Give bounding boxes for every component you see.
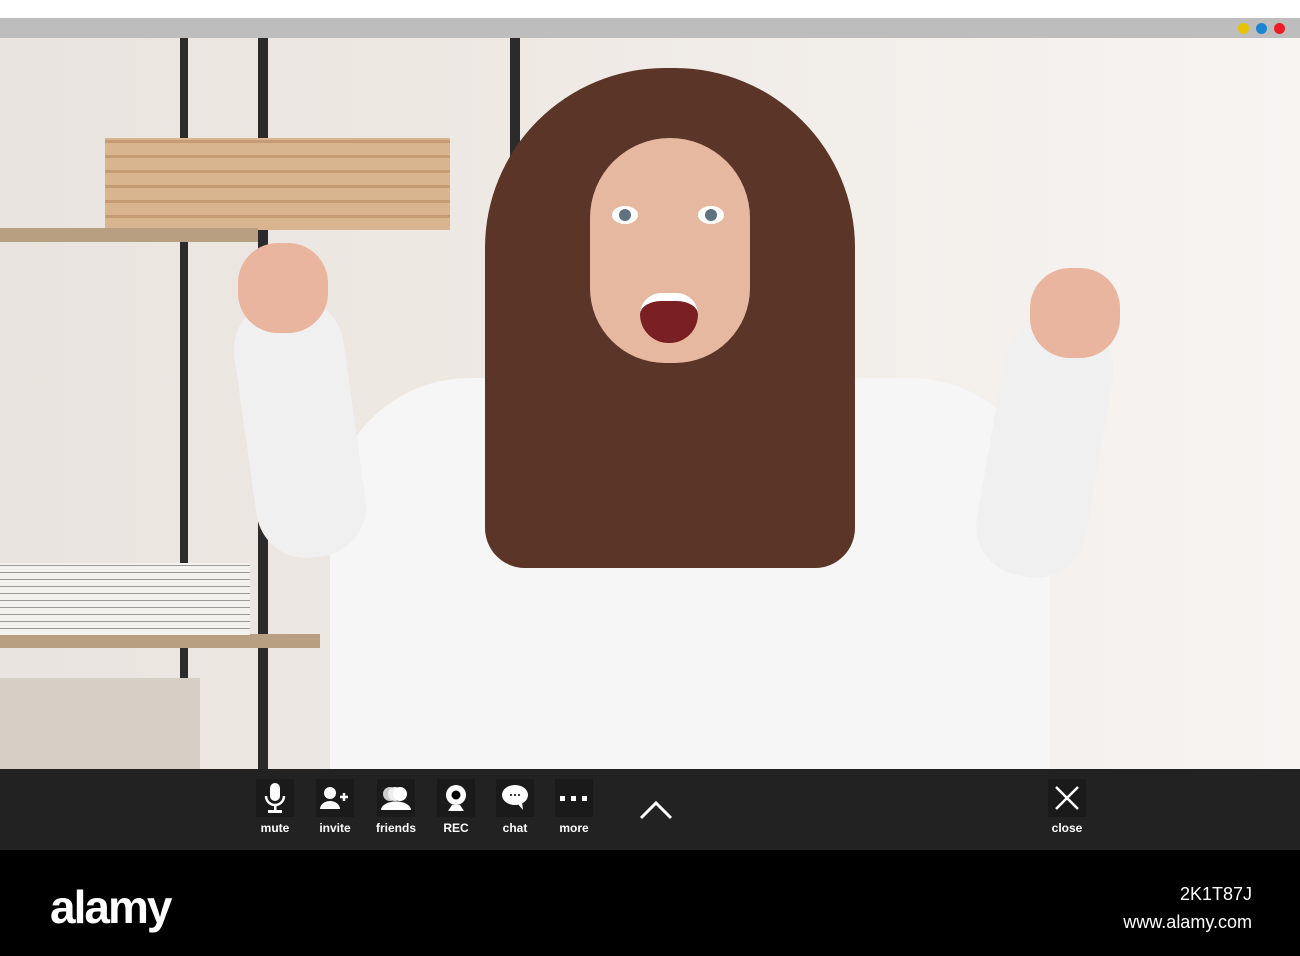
person-arm: [227, 291, 373, 565]
top-margin: [0, 0, 1300, 18]
end-call-button[interactable]: close: [1037, 779, 1097, 835]
notebooks: [0, 563, 250, 635]
more-label: more: [559, 821, 589, 835]
maximize-window-button[interactable]: [1256, 23, 1267, 34]
box: [0, 678, 200, 769]
person-fist: [238, 243, 328, 333]
chevron-up-icon[interactable]: [638, 794, 674, 824]
close-icon: [1048, 779, 1086, 817]
video-feed: [0, 38, 1300, 769]
chat-label: chat: [502, 821, 528, 835]
invite-label: invite: [319, 821, 351, 835]
chat-button[interactable]: chat: [485, 779, 545, 835]
rec-label: REC: [443, 821, 469, 835]
record-button[interactable]: REC: [426, 779, 486, 835]
shelf-board: [0, 634, 320, 648]
call-toolbar: mute invite friends REC chat more close: [0, 769, 1300, 850]
close-label: close: [1051, 821, 1083, 835]
wooden-crate: [105, 138, 450, 230]
microphone-icon: [256, 779, 294, 817]
person-eye: [612, 206, 638, 224]
speech-bubble-icon: [496, 779, 534, 817]
person-eye: [698, 206, 724, 224]
more-button[interactable]: more: [544, 779, 604, 835]
ellipsis-icon: [555, 779, 593, 817]
person-fist: [1030, 268, 1120, 358]
watermark-footer: alamy 2K1T87J www.alamy.com: [0, 850, 1300, 956]
add-user-icon: [316, 779, 354, 817]
mute-label: mute: [260, 821, 290, 835]
invite-button[interactable]: invite: [305, 779, 365, 835]
window-title-bar: [0, 18, 1300, 38]
minimize-window-button[interactable]: [1238, 23, 1249, 34]
friends-button[interactable]: friends: [366, 779, 426, 835]
friends-label: friends: [375, 821, 416, 835]
shelf-board: [0, 228, 258, 242]
image-id: 2K1T87J: [1179, 884, 1252, 904]
close-window-button[interactable]: [1274, 23, 1285, 34]
group-icon: [377, 779, 415, 817]
site-url: www.alamy.com: [1123, 912, 1252, 932]
alamy-logo: alamy: [50, 881, 172, 933]
webcam-icon: [437, 779, 475, 817]
mute-button[interactable]: mute: [245, 779, 305, 835]
